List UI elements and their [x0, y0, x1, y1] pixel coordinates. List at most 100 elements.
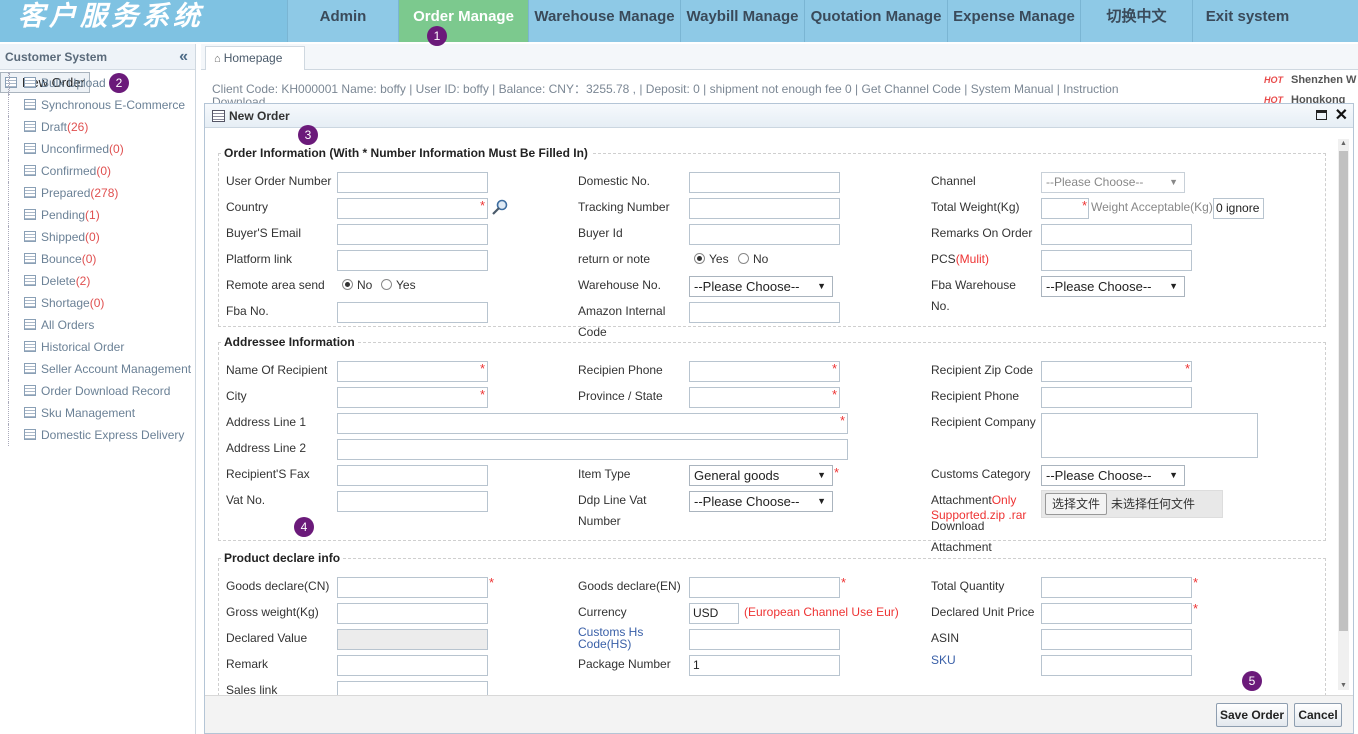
scroll-up-icon[interactable]: ▲ — [1340, 140, 1347, 147]
buyer-id-input[interactable] — [689, 224, 840, 245]
cancel-button[interactable]: Cancel — [1294, 703, 1342, 727]
recipient-company-textarea[interactable] — [1041, 413, 1258, 458]
nav-switch-language[interactable]: 切换中文 — [1080, 0, 1192, 42]
nav-expense-manage[interactable]: Expense Manage — [947, 0, 1080, 42]
ddp-vat-select[interactable]: --Please Choose-- ▼ — [689, 491, 833, 512]
download-attachment-link[interactable]: Download — [931, 519, 984, 533]
gross-weight-input[interactable] — [337, 603, 488, 624]
fax-input[interactable] — [337, 465, 488, 486]
radio-label: Yes — [709, 252, 729, 266]
vat-no-input[interactable] — [337, 491, 488, 512]
nav-quotation-manage[interactable]: Quotation Manage — [804, 0, 947, 42]
save-order-button[interactable]: Save Order — [1216, 703, 1288, 727]
item-type-select-value: General goods — [694, 468, 780, 483]
radio-label: Yes — [396, 278, 416, 292]
sidebar-item-prepared[interactable]: Prepared(278) — [0, 182, 195, 204]
nav-waybill-manage[interactable]: Waybill Manage — [680, 0, 804, 42]
fba-warehouse-select[interactable]: --Please Choose-- ▼ — [1041, 276, 1185, 297]
remarks-on-order-input[interactable] — [1041, 224, 1192, 245]
recipien-phone-input[interactable] — [689, 361, 840, 382]
sidebar-item-historical-order[interactable]: Historical Order — [0, 336, 195, 358]
client-info-bar: Client Code: KH000001 Name: boffy | User… — [212, 80, 1252, 98]
pcs-text: PCS — [931, 252, 956, 266]
sidebar-item-draft[interactable]: Draft(26) — [0, 116, 195, 138]
pcs-input[interactable] — [1041, 250, 1192, 271]
customs-hs-code-input[interactable] — [689, 629, 840, 650]
total-quantity-input[interactable] — [1041, 577, 1192, 598]
zip-code-input[interactable] — [1041, 361, 1192, 382]
declared-value-input — [337, 629, 488, 650]
return-no-radio[interactable]: No — [738, 252, 768, 266]
weight-acceptable-input[interactable]: 0 ignore — [1213, 198, 1264, 219]
sidebar-item-shortage[interactable]: Shortage(0) — [0, 292, 195, 314]
close-icon[interactable]: ✕ — [1335, 104, 1348, 128]
country-input[interactable] — [337, 198, 488, 219]
file-upload[interactable]: 选择文件 未选择任何文件 — [1041, 490, 1223, 518]
nav-exit-system[interactable]: Exit system — [1192, 0, 1302, 42]
sku-input[interactable] — [1041, 655, 1192, 676]
sidebar-item-seller-account[interactable]: Seller Account Management — [0, 358, 195, 380]
label-sku[interactable]: SKU — [931, 653, 956, 667]
declared-unit-price-input[interactable] — [1041, 603, 1192, 624]
sidebar-title: Customer System — [5, 50, 108, 64]
remark-input[interactable] — [337, 655, 488, 676]
sidebar-item-delete[interactable]: Delete(2) — [0, 270, 195, 292]
goods-declare-en-input[interactable] — [689, 577, 840, 598]
remote-yes-radio[interactable]: Yes — [381, 278, 416, 292]
item-type-select[interactable]: General goods ▼ — [689, 465, 833, 486]
amazon-code-input[interactable] — [689, 302, 840, 323]
sidebar-item-bounce[interactable]: Bounce(0) — [0, 248, 195, 270]
sidebar-item-sku-management[interactable]: Sku Management — [0, 402, 195, 424]
city-input[interactable] — [337, 387, 488, 408]
label-customs-hs-code-cont[interactable]: Code(HS) — [578, 638, 631, 650]
sidebar-item-synchronous-ecommerce[interactable]: Synchronous E-Commerce — [0, 94, 195, 116]
scrollbar-thumb[interactable] — [1339, 151, 1348, 631]
sidebar-item-order-download[interactable]: Order Download Record — [0, 380, 195, 402]
currency-input[interactable]: USD — [689, 603, 739, 624]
label-warehouse-no: Warehouse No. — [578, 278, 661, 292]
asin-input[interactable] — [1041, 629, 1192, 650]
step-badge-3: 3 — [298, 125, 318, 145]
goods-declare-cn-input[interactable] — [337, 577, 488, 598]
nav-warehouse-manage[interactable]: Warehouse Manage — [528, 0, 680, 42]
warehouse-no-select[interactable]: --Please Choose-- ▼ — [689, 276, 833, 297]
recipient-name-input[interactable] — [337, 361, 488, 382]
sidebar-item-pending[interactable]: Pending(1) — [0, 204, 195, 226]
sales-link-input[interactable] — [337, 681, 488, 695]
user-order-number-input[interactable] — [337, 172, 488, 193]
choose-file-button[interactable]: 选择文件 — [1045, 493, 1108, 515]
domestic-no-input[interactable] — [689, 172, 840, 193]
platform-link-input[interactable] — [337, 250, 488, 271]
list-icon — [24, 143, 36, 154]
customs-category-select[interactable]: --Please Choose-- ▼ — [1041, 465, 1185, 486]
buyer-email-input[interactable] — [337, 224, 488, 245]
vertical-scrollbar[interactable]: ▲ ▼ — [1338, 139, 1349, 690]
sidebar-item-label: Historical Order — [41, 340, 125, 354]
nav-admin[interactable]: Admin — [287, 0, 398, 42]
sidebar-item-confirmed[interactable]: Confirmed(0) — [0, 160, 195, 182]
package-number-input[interactable]: 1 — [689, 655, 840, 676]
fba-no-input[interactable] — [337, 302, 488, 323]
label-fba-no: Fba No. — [226, 304, 269, 318]
province-input[interactable] — [689, 387, 840, 408]
sidebar-item-unconfirmed[interactable]: Unconfirmed(0) — [0, 138, 195, 160]
search-icon[interactable] — [491, 199, 509, 217]
download-link[interactable]: Download — [212, 96, 265, 103]
tracking-number-input[interactable] — [689, 198, 840, 219]
address-line1-input[interactable] — [337, 413, 848, 434]
scroll-down-icon[interactable]: ▼ — [1340, 682, 1347, 689]
hot-item[interactable]: HOT Shenzhen W — [1264, 74, 1356, 86]
remote-no-radio[interactable]: No — [342, 278, 372, 292]
sidebar-item-shipped[interactable]: Shipped(0) — [0, 226, 195, 248]
maximize-icon[interactable] — [1316, 110, 1327, 120]
collapse-icon[interactable]: « — [179, 44, 188, 70]
sidebar-item-all-orders[interactable]: All Orders — [0, 314, 195, 336]
channel-select[interactable]: --Please Choose-- ▼ — [1041, 172, 1185, 193]
tab-homepage[interactable]: ⌂ Homepage — [205, 46, 306, 70]
return-yes-radio[interactable]: Yes — [694, 252, 729, 266]
sidebar-item-domestic-express[interactable]: Domestic Express Delivery — [0, 424, 195, 446]
address-line2-input[interactable] — [337, 439, 848, 460]
nav-order-manage[interactable]: Order Manage — [398, 0, 528, 42]
sidebar-item-bulk-upload[interactable]: Bulk Upload — [0, 72, 195, 94]
recipient-phone-input[interactable] — [1041, 387, 1192, 408]
